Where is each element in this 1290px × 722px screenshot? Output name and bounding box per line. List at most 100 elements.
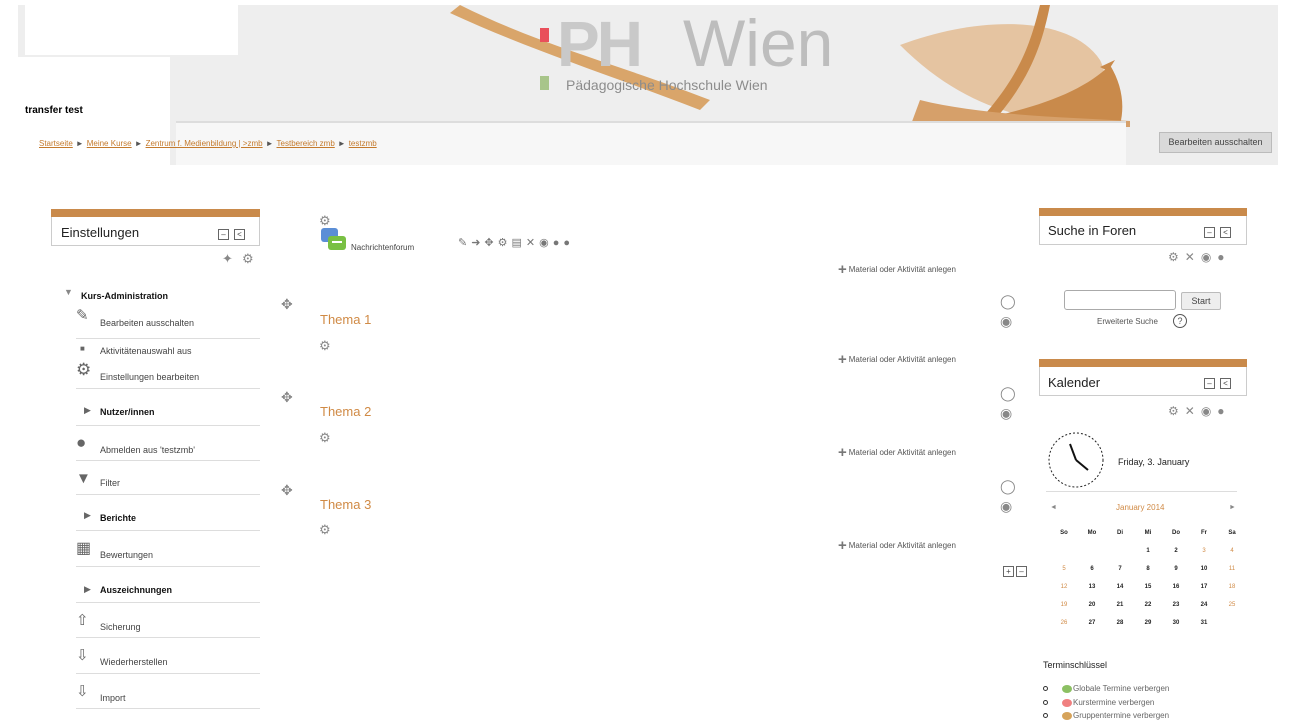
block-settings-gear-icon[interactable]: ⚙ xyxy=(242,252,254,265)
calendar-day[interactable]: 31 xyxy=(1190,614,1218,632)
calendar-day[interactable]: 23 xyxy=(1162,596,1190,614)
block-dock-icon[interactable]: < xyxy=(1220,227,1231,238)
breadcrumb-item-testzmb[interactable]: testzmb xyxy=(349,139,377,148)
forum-icon xyxy=(321,228,346,250)
section-gear-icon[interactable]: ⚙ xyxy=(319,431,331,444)
add-activity-link[interactable]: + Material oder Aktivität anlegen xyxy=(838,537,956,554)
topic-title[interactable]: Thema 3 xyxy=(320,497,371,512)
move-section-icon[interactable]: ✥ xyxy=(281,483,293,497)
calendar-day[interactable] xyxy=(1078,542,1106,560)
calendar-day[interactable]: 28 xyxy=(1106,614,1134,632)
calendar-day[interactable]: 9 xyxy=(1162,560,1190,578)
calendar-day[interactable]: 26 xyxy=(1050,614,1078,632)
breadcrumb-item-startseite[interactable]: Startseite xyxy=(39,139,73,148)
nav-item-aktivitaetenauswahl[interactable]: ■ Aktivitätenauswahl aus xyxy=(76,339,260,361)
move-section-icon[interactable]: ✥ xyxy=(281,390,293,404)
calendar-day[interactable]: 25 xyxy=(1218,596,1246,614)
nav-item-einstellungen-bearbeiten[interactable]: ⚙ Einstellungen bearbeiten xyxy=(76,361,260,389)
block-hide-icon[interactable]: – xyxy=(1204,227,1215,238)
topic-title[interactable]: Thema 2 xyxy=(320,404,371,419)
calendar-day[interactable]: 7 xyxy=(1106,560,1134,578)
eye-icon[interactable]: ◉ xyxy=(1000,406,1012,420)
nav-item-berichte[interactable]: ▶ Berichte xyxy=(76,495,260,531)
remove-section-icon[interactable]: – xyxy=(1016,566,1027,577)
section-gear-icon[interactable]: ⚙ xyxy=(319,214,331,227)
block-dock-icon[interactable]: < xyxy=(1220,378,1231,389)
calendar-day[interactable]: 10 xyxy=(1190,560,1218,578)
calendar-day[interactable]: 21 xyxy=(1106,596,1134,614)
calendar-day[interactable]: 29 xyxy=(1134,614,1162,632)
activity-edit-icons[interactable]: ✎➜✥⚙▤✕◉●● xyxy=(458,236,574,249)
advanced-search-link[interactable]: Erweiterte Suche xyxy=(1097,317,1158,326)
help-icon[interactable]: ? xyxy=(1173,314,1187,328)
calendar-day[interactable]: 8 xyxy=(1134,560,1162,578)
calendar-day[interactable]: 6 xyxy=(1078,560,1106,578)
nav-item-import[interactable]: ⇩ Import xyxy=(76,674,260,709)
calendar-day[interactable]: 1 xyxy=(1134,542,1162,560)
nav-item-abmelden[interactable]: ● Abmelden aus 'testzmb' xyxy=(76,426,260,461)
calendar-month-label[interactable]: January 2014 xyxy=(1116,503,1164,512)
calendar-day[interactable] xyxy=(1050,542,1078,560)
block-actions-icons[interactable]: ⚙✕◉● xyxy=(1168,404,1231,418)
eye-icon[interactable]: ◉ xyxy=(1000,314,1012,328)
block-dock-icon[interactable]: < xyxy=(234,229,245,240)
calendar-day[interactable]: 27 xyxy=(1078,614,1106,632)
add-activity-link[interactable]: + Material oder Aktivität anlegen xyxy=(838,351,956,368)
calendar-day[interactable]: 16 xyxy=(1162,578,1190,596)
calendar-day[interactable]: 22 xyxy=(1134,596,1162,614)
breadcrumb-item-meine-kurse[interactable]: Meine Kurse xyxy=(87,139,132,148)
calendar-day[interactable]: 12 xyxy=(1050,578,1078,596)
search-start-button[interactable]: Start xyxy=(1181,292,1221,310)
calendar-day[interactable]: 11 xyxy=(1218,560,1246,578)
block-actions-icons[interactable]: ⚙✕◉● xyxy=(1168,250,1231,264)
calendar-day[interactable]: 30 xyxy=(1162,614,1190,632)
calendar-day[interactable] xyxy=(1106,542,1134,560)
legend-item-global[interactable]: Globale Termine verbergen xyxy=(1043,684,1169,693)
weekday-label: Di xyxy=(1117,530,1123,536)
add-activity-link[interactable]: + Material oder Aktivität anlegen xyxy=(838,261,956,278)
eye-icon[interactable]: ◉ xyxy=(1000,499,1012,513)
topic-title[interactable]: Thema 1 xyxy=(320,312,371,327)
move-block-icon[interactable]: ✦ xyxy=(222,252,233,265)
section-gear-icon[interactable]: ⚙ xyxy=(319,339,331,352)
calendar-day[interactable]: 2 xyxy=(1162,542,1190,560)
forum-link[interactable]: Nachrichtenforum xyxy=(351,243,414,252)
calendar-day[interactable]: 20 xyxy=(1078,596,1106,614)
section-gear-icon[interactable]: ⚙ xyxy=(319,523,331,536)
nav-item-wiederherstellen[interactable]: ⇩ Wiederherstellen xyxy=(76,638,260,674)
block-hide-icon[interactable]: – xyxy=(1204,378,1215,389)
nav-item-bewertungen[interactable]: ▦ Bewertungen xyxy=(76,531,260,567)
nav-item-filter[interactable]: ▼ Filter xyxy=(76,461,260,495)
legend-item-group[interactable]: Gruppentermine verbergen xyxy=(1043,711,1169,720)
calendar-day[interactable]: 14 xyxy=(1106,578,1134,596)
nav-item-nutzer[interactable]: ▶ Nutzer/innen xyxy=(76,389,260,426)
calendar-day[interactable]: 3 xyxy=(1190,542,1218,560)
nav-kurs-administration[interactable]: Kurs-Administration xyxy=(81,291,168,301)
add-section-icon[interactable]: + xyxy=(1003,566,1014,577)
calendar-day[interactable]: 15 xyxy=(1134,578,1162,596)
calendar-next-arrow[interactable]: ► xyxy=(1229,504,1236,511)
edit-off-button[interactable]: Bearbeiten ausschalten xyxy=(1159,132,1272,153)
highlight-bulb-icon[interactable]: ◯ xyxy=(1000,479,1016,493)
add-activity-link[interactable]: + Material oder Aktivität anlegen xyxy=(838,444,956,461)
breadcrumb-item-testbereich[interactable]: Testbereich zmb xyxy=(277,139,335,148)
nav-item-bearbeiten[interactable]: ✎ Bearbeiten ausschalten xyxy=(76,305,260,339)
calendar-day[interactable]: 13 xyxy=(1078,578,1106,596)
calendar-day[interactable]: 19 xyxy=(1050,596,1078,614)
calendar-day[interactable]: 5 xyxy=(1050,560,1078,578)
calendar-prev-arrow[interactable]: ◄ xyxy=(1050,504,1057,511)
highlight-bulb-icon[interactable]: ◯ xyxy=(1000,386,1016,400)
calendar-day[interactable]: 18 xyxy=(1218,578,1246,596)
move-section-icon[interactable]: ✥ xyxy=(281,297,293,311)
highlight-bulb-icon[interactable]: ◯ xyxy=(1000,294,1016,308)
forum-search-input[interactable] xyxy=(1064,290,1176,310)
calendar-day[interactable] xyxy=(1218,614,1246,632)
legend-item-course[interactable]: Kurstermine verbergen xyxy=(1043,698,1154,707)
breadcrumb-item-zentrum[interactable]: Zentrum f. Medienbildung | >zmb xyxy=(146,139,263,148)
nav-item-auszeichnungen[interactable]: ▶ Auszeichnungen xyxy=(76,567,260,603)
calendar-day[interactable]: 4 xyxy=(1218,542,1246,560)
calendar-day[interactable]: 24 xyxy=(1190,596,1218,614)
calendar-day[interactable]: 17 xyxy=(1190,578,1218,596)
block-hide-icon[interactable]: – xyxy=(218,229,229,240)
nav-item-sicherung[interactable]: ⇧ Sicherung xyxy=(76,603,260,638)
